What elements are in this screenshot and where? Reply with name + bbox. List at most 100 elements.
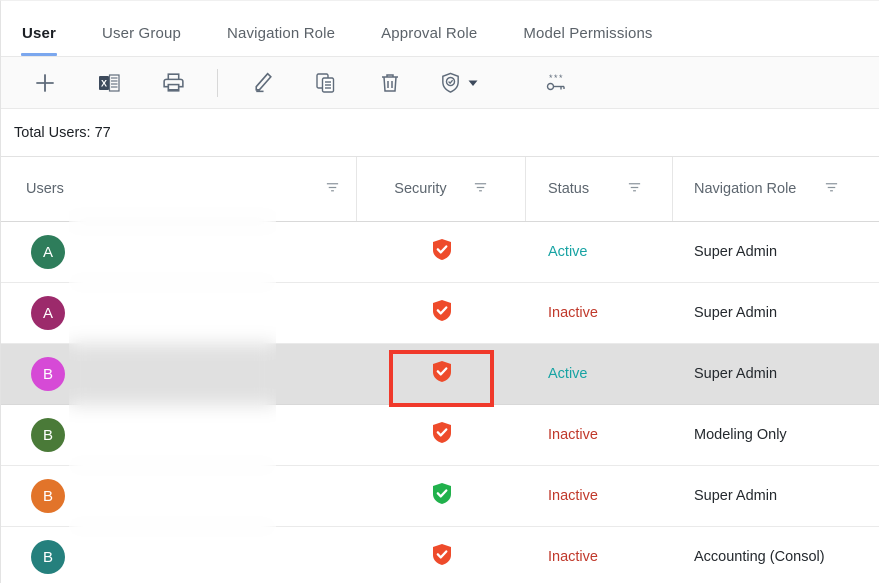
navigation-role-value: Super Admin [694,244,778,260]
copy-icon [314,71,338,95]
tab-approval-role[interactable]: Approval Role [381,25,477,56]
trash-icon [378,71,402,95]
user-administration-panel: User User Group Navigation Role Approval… [0,0,879,583]
chevron-down-icon [467,77,479,89]
grid-header-row: Users Security Status Navigation Role [1,157,879,222]
filter-icon-users[interactable] [325,180,340,199]
cell-security[interactable] [357,527,526,583]
user-name [81,244,117,260]
avatar: B [31,540,65,574]
cell-navigation-role: Super Admin [673,283,879,344]
shield-check-red-icon[interactable] [432,360,452,388]
cell-security[interactable] [357,222,526,283]
cell-user[interactable]: A [1,222,357,283]
total-users-summary: Total Users: 77 [1,109,879,156]
edit-button[interactable] [240,64,284,102]
security-dropdown-button[interactable] [432,64,486,102]
cell-security[interactable] [357,344,526,405]
delete-button[interactable] [368,64,412,102]
status-badge: Inactive [548,488,598,504]
filter-icon-security[interactable] [473,180,488,199]
table-row[interactable]: B Inactive Accounting (Consol) [1,527,879,583]
table-row[interactable]: B Active Super Admin [1,344,879,405]
cell-navigation-role: Accounting (Consol) [673,527,879,583]
cell-user[interactable]: A [1,283,357,344]
tab-user-group-label: User Group [101,25,181,42]
navigation-role-value: Modeling Only [694,427,787,443]
shield-check-red-icon[interactable] [432,543,452,571]
table-row[interactable]: A Active Super Admin [1,222,879,283]
navigation-role-value: Accounting (Consol) [694,549,825,565]
pencil-edit-icon [250,70,275,95]
status-badge: Inactive [548,549,598,565]
cell-navigation-role: Super Admin [673,344,879,405]
avatar: B [31,357,65,391]
column-header-status[interactable]: Status [526,157,673,221]
add-button[interactable] [23,64,67,102]
navigation-role-value: Super Admin [694,488,778,504]
cell-security[interactable] [357,405,526,466]
avatar: A [31,296,65,330]
avatar: B [31,418,65,452]
tab-user[interactable]: User [21,25,57,56]
table-row[interactable]: A Inactive Super Admin [1,283,879,344]
cell-user[interactable]: B [1,466,357,527]
cell-status: Inactive [526,466,673,527]
shield-check-red-icon[interactable] [432,238,452,266]
shield-check-icon [439,71,462,94]
cell-status: Inactive [526,283,673,344]
copy-button[interactable] [304,64,348,102]
tab-navigation-role[interactable]: Navigation Role [227,25,335,56]
user-name [81,366,117,382]
user-name [81,427,117,443]
shield-check-green-icon[interactable] [432,482,452,510]
shield-check-red-icon[interactable] [432,421,452,449]
cell-status: Inactive [526,405,673,466]
column-header-users-label: Users [26,181,64,197]
toolbar-separator [217,68,218,97]
cell-user[interactable]: B [1,344,357,405]
status-badge: Active [548,244,588,260]
user-name [81,488,117,504]
grid-body: A Active Super Admin A Inactive Super Admin… [1,222,879,583]
table-row[interactable]: B Inactive Super Admin [1,466,879,527]
filter-icon-navigation-role[interactable] [824,180,839,199]
tab-model-permissions[interactable]: Model Permissions [523,25,652,56]
total-users-label: Total Users: 77 [14,124,111,141]
cell-navigation-role: Super Admin [673,222,879,283]
tab-navigation-role-label: Navigation Role [227,25,336,42]
svg-text:*: * [554,73,558,83]
column-header-users[interactable]: Users [1,157,357,221]
filter-icon-status[interactable] [627,180,642,199]
tab-user-group[interactable]: User Group [102,25,181,56]
cell-user[interactable]: B [1,527,357,583]
excel-export-icon: X [97,71,121,95]
tab-user-label: User [22,25,56,42]
cell-status: Inactive [526,527,673,583]
user-name [81,305,117,321]
status-badge: Inactive [548,427,598,443]
cell-security[interactable] [357,283,526,344]
shield-check-red-icon[interactable] [432,299,452,327]
cell-navigation-role: Modeling Only [673,405,879,466]
navigation-role-value: Super Admin [694,366,778,382]
avatar: B [31,479,65,513]
tab-approval-role-label: Approval Role [381,25,478,42]
cell-user[interactable]: B [1,405,357,466]
export-excel-button[interactable]: X [87,64,131,102]
print-button[interactable] [151,64,195,102]
cell-status: Active [526,344,673,405]
column-header-status-label: Status [548,181,590,197]
users-grid: Users Security Status Navigation Role A … [1,156,879,583]
action-toolbar: X * * * [1,57,879,109]
column-header-security[interactable]: Security [357,157,526,221]
column-header-navigation-role-label: Navigation Role [694,181,797,197]
printer-icon [161,70,186,95]
status-badge: Inactive [548,305,598,321]
reset-password-button[interactable]: * * * [534,64,578,102]
table-row[interactable]: B Inactive Modeling Only [1,405,879,466]
cell-security[interactable] [357,466,526,527]
user-name [81,549,117,565]
column-header-navigation-role[interactable]: Navigation Role [673,157,879,221]
cell-status: Active [526,222,673,283]
